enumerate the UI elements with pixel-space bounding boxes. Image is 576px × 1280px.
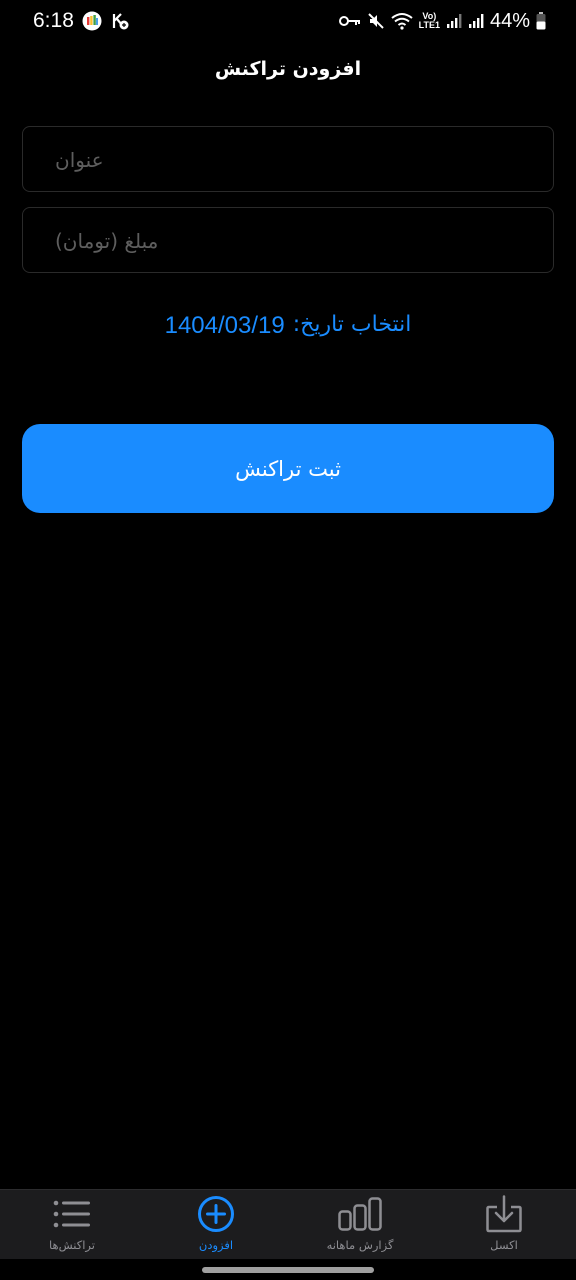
bar-chart-icon: [338, 1194, 382, 1234]
volte-icon: Vo) LTE1: [419, 12, 440, 30]
nav-label-add: افزودن: [198, 1238, 234, 1252]
nav-item-monthly-report[interactable]: گزارش ماهانه: [288, 1190, 432, 1259]
app-notification-icon: [82, 11, 102, 31]
status-right: Vo) LTE1 44%: [338, 8, 546, 34]
wifi-icon: [391, 12, 413, 30]
bottom-nav: تراکنش‌ها افزودن گزارش ماهانه اکسل: [0, 1189, 576, 1259]
download-icon: [482, 1194, 526, 1234]
nav-item-excel[interactable]: اکسل: [432, 1190, 576, 1259]
data-saver-icon: [110, 11, 130, 31]
amount-field[interactable]: مبلغ (تومان): [22, 207, 554, 273]
mute-icon: [367, 12, 385, 30]
plus-circle-icon: [194, 1194, 238, 1234]
signal-icon: [446, 13, 462, 29]
submit-transaction-button[interactable]: ثبت تراکنش: [22, 424, 554, 513]
nav-label-transactions: تراکنش‌ها: [49, 1238, 95, 1252]
status-bar: 6:18 Vo) LTE1 44%: [0, 0, 576, 42]
lte-label: LTE1: [418, 20, 440, 30]
title-input[interactable]: [23, 127, 553, 191]
date-value: 1404/03/19: [164, 312, 285, 339]
date-picker[interactable]: انتخاب تاریخ: 1404/03/19: [0, 312, 576, 340]
nav-label-excel: اکسل: [490, 1238, 518, 1252]
nav-item-transactions[interactable]: تراکنش‌ها: [0, 1190, 144, 1259]
date-label: انتخاب تاریخ:: [292, 312, 412, 337]
battery-percent: 44%: [489, 9, 530, 32]
status-time: 6:18: [33, 9, 74, 32]
nav-label-monthly-report: گزارش ماهانه: [326, 1238, 394, 1252]
key-icon: [338, 14, 361, 28]
status-left: 6:18: [33, 8, 130, 34]
home-indicator[interactable]: [202, 1267, 374, 1273]
battery-icon: [536, 12, 546, 30]
signal-icon-2: [468, 13, 484, 29]
list-icon: [50, 1194, 94, 1234]
page-title: افزودن تراکنش: [214, 58, 362, 80]
title-field[interactable]: عنوان: [22, 126, 554, 192]
amount-input[interactable]: [23, 208, 553, 272]
nav-item-add[interactable]: افزودن: [144, 1190, 288, 1259]
